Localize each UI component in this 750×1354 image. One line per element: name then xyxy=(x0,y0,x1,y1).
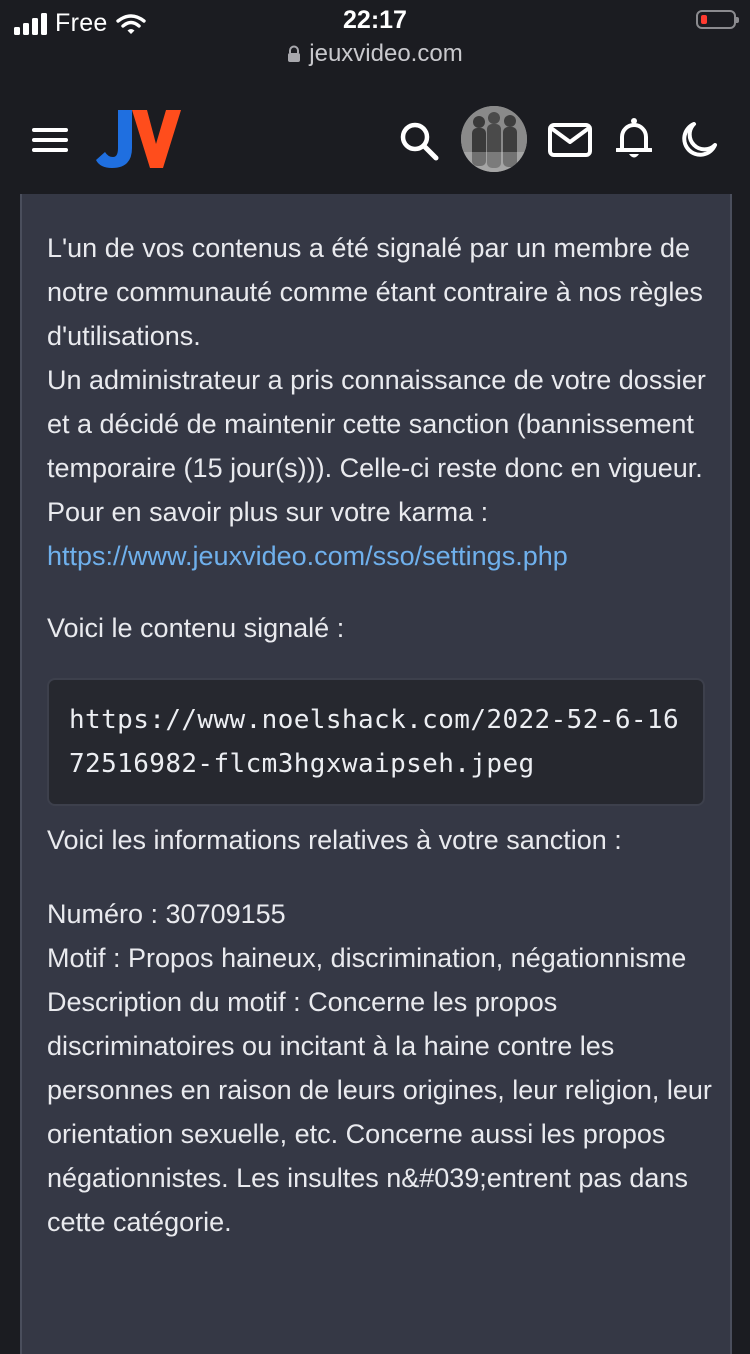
url-text: jeuxvideo.com xyxy=(309,40,463,67)
menu-button[interactable] xyxy=(30,120,70,160)
lock-icon xyxy=(288,45,301,62)
jv-logo-mark xyxy=(96,110,181,168)
sanction-reason: Motif : Propos haineux, discrimination, … xyxy=(47,943,687,973)
intro-line: Pour en savoir plus sur votre karma : xyxy=(47,497,489,527)
status-bar: Free 22:17 jeuxvideo.com xyxy=(0,0,750,84)
avatar-image xyxy=(461,106,527,172)
battery-icon xyxy=(696,10,739,29)
message-intro: L'un de vos contenus a été signalé par u… xyxy=(47,226,712,578)
search-icon xyxy=(400,122,439,161)
address-bar[interactable]: jeuxvideo.com xyxy=(0,40,750,68)
jv-logo[interactable] xyxy=(96,108,182,170)
sanction-number: Numéro : 30709155 xyxy=(47,899,286,929)
menu-icon xyxy=(32,128,68,152)
site-header xyxy=(0,84,750,194)
intro-line: Un administrateur a pris connaissance de… xyxy=(47,365,706,483)
sanction-reason-description: Description du motif : Concerne les prop… xyxy=(47,987,712,1237)
notifications-button[interactable] xyxy=(613,116,655,162)
moon-icon xyxy=(682,122,717,157)
bell-icon xyxy=(616,118,652,158)
intro-line: L'un de vos contenus a été signalé par u… xyxy=(47,233,703,351)
message-body: L'un de vos contenus a été signalé par u… xyxy=(47,226,712,1244)
battery-level xyxy=(701,15,707,24)
messages-button[interactable] xyxy=(546,120,594,160)
mail-icon xyxy=(548,123,592,157)
clock: 22:17 xyxy=(343,6,407,34)
reported-content-box: https://www.noelshack.com/2022-52-6-1672… xyxy=(47,678,705,806)
sanction-heading: Voici les informations relatives à votre… xyxy=(47,825,622,855)
sanction-details: Numéro : 30709155 Motif : Propos haineux… xyxy=(47,892,712,1244)
reported-content-heading: Voici le contenu signalé : xyxy=(47,613,345,643)
sanction-message-card: L'un de vos contenus a été signalé par u… xyxy=(20,194,732,1354)
avatar[interactable] xyxy=(461,106,527,172)
search-button[interactable] xyxy=(396,118,442,164)
karma-settings-link[interactable]: https://www.jeuxvideo.com/sso/settings.p… xyxy=(47,541,568,571)
dark-mode-button[interactable] xyxy=(677,118,721,162)
